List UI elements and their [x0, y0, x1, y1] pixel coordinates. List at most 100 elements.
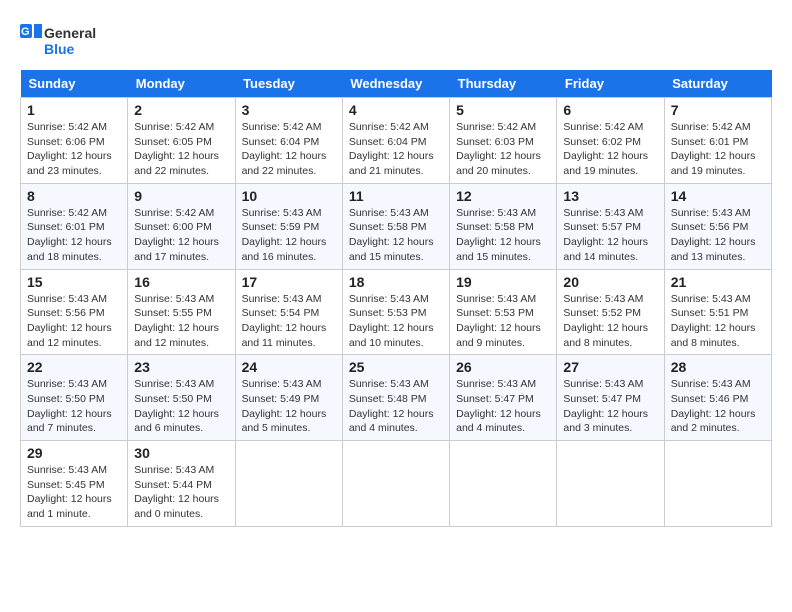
day-number: 9: [134, 188, 228, 204]
day-number: 11: [349, 188, 443, 204]
day-info: Sunrise: 5:43 AMSunset: 5:51 PMDaylight:…: [671, 292, 765, 351]
calendar-cell: 12Sunrise: 5:43 AMSunset: 5:58 PMDayligh…: [450, 183, 557, 269]
page-header: General Blue G: [20, 20, 772, 60]
calendar-cell: 6 Sunrise: 5:42 AMSunset: 6:02 PMDaylight…: [557, 98, 664, 184]
day-number: 6: [563, 102, 657, 118]
day-number: 13: [563, 188, 657, 204]
calendar-cell: 20 Sunrise: 5:43 AMSunset: 5:52 PMDayligh…: [557, 269, 664, 355]
day-info: Sunrise: 5:42 AMSunset: 6:04 PMDaylight:…: [242, 120, 336, 179]
day-info: Sunrise: 5:43 AMSunset: 5:48 PMDaylight:…: [349, 377, 443, 436]
day-info: Sunrise: 5:42 AMSunset: 6:05 PMDaylight:…: [134, 120, 228, 179]
day-number: 5: [456, 102, 550, 118]
calendar-week-row: 1Sunrise: 5:42 AMSunset: 6:06 PMDaylight…: [21, 98, 772, 184]
calendar-cell: [664, 441, 771, 527]
day-info: Sunrise: 5:43 AMSunset: 5:56 PMDaylight:…: [671, 206, 765, 265]
calendar-cell: 3 Sunrise: 5:42 AMSunset: 6:04 PMDaylight…: [235, 98, 342, 184]
header-tuesday: Tuesday: [235, 70, 342, 98]
day-info: Sunrise: 5:43 AMSunset: 5:58 PMDaylight:…: [349, 206, 443, 265]
day-info: Sunrise: 5:42 AMSunset: 6:02 PMDaylight:…: [563, 120, 657, 179]
header-friday: Friday: [557, 70, 664, 98]
day-info: Sunrise: 5:43 AMSunset: 5:50 PMDaylight:…: [134, 377, 228, 436]
calendar-cell: 14 Sunrise: 5:43 AMSunset: 5:56 PMDayligh…: [664, 183, 771, 269]
day-number: 2: [134, 102, 228, 118]
day-number: 21: [671, 274, 765, 290]
day-number: 8: [27, 188, 121, 204]
calendar-cell: 21 Sunrise: 5:43 AMSunset: 5:51 PMDayligh…: [664, 269, 771, 355]
calendar-cell: 8 Sunrise: 5:42 AMSunset: 6:01 PMDaylight…: [21, 183, 128, 269]
day-info: Sunrise: 5:43 AMSunset: 5:53 PMDaylight:…: [456, 292, 550, 351]
day-number: 26: [456, 359, 550, 375]
logo: General Blue G: [20, 20, 100, 60]
day-info: Sunrise: 5:43 AMSunset: 5:45 PMDaylight:…: [27, 463, 121, 522]
day-number: 25: [349, 359, 443, 375]
header-thursday: Thursday: [450, 70, 557, 98]
calendar-cell: 25 Sunrise: 5:43 AMSunset: 5:48 PMDayligh…: [342, 355, 449, 441]
calendar-cell: [235, 441, 342, 527]
calendar-cell: 23 Sunrise: 5:43 AMSunset: 5:50 PMDayligh…: [128, 355, 235, 441]
day-number: 30: [134, 445, 228, 461]
calendar-week-row: 15Sunrise: 5:43 AMSunset: 5:56 PMDayligh…: [21, 269, 772, 355]
calendar-cell: 17Sunrise: 5:43 AMSunset: 5:54 PMDayligh…: [235, 269, 342, 355]
calendar-cell: 27Sunrise: 5:43 AMSunset: 5:47 PMDayligh…: [557, 355, 664, 441]
svg-text:Blue: Blue: [44, 41, 75, 57]
header-saturday: Saturday: [664, 70, 771, 98]
calendar-cell: 19 Sunrise: 5:43 AMSunset: 5:53 PMDayligh…: [450, 269, 557, 355]
day-info: Sunrise: 5:43 AMSunset: 5:55 PMDaylight:…: [134, 292, 228, 351]
header-monday: Monday: [128, 70, 235, 98]
calendar-cell: 15Sunrise: 5:43 AMSunset: 5:56 PMDayligh…: [21, 269, 128, 355]
calendar-cell: 2 Sunrise: 5:42 AMSunset: 6:05 PMDaylight…: [128, 98, 235, 184]
day-info: Sunrise: 5:43 AMSunset: 5:57 PMDaylight:…: [563, 206, 657, 265]
svg-text:G: G: [21, 26, 30, 38]
day-info: Sunrise: 5:42 AMSunset: 6:01 PMDaylight:…: [27, 206, 121, 265]
calendar-cell: [342, 441, 449, 527]
day-info: Sunrise: 5:42 AMSunset: 6:04 PMDaylight:…: [349, 120, 443, 179]
day-info: Sunrise: 5:43 AMSunset: 5:49 PMDaylight:…: [242, 377, 336, 436]
day-number: 3: [242, 102, 336, 118]
day-number: 22: [27, 359, 121, 375]
calendar-cell: 22Sunrise: 5:43 AMSunset: 5:50 PMDayligh…: [21, 355, 128, 441]
calendar-cell: 1Sunrise: 5:42 AMSunset: 6:06 PMDaylight…: [21, 98, 128, 184]
calendar-cell: 9 Sunrise: 5:42 AMSunset: 6:00 PMDaylight…: [128, 183, 235, 269]
day-info: Sunrise: 5:43 AMSunset: 5:58 PMDaylight:…: [456, 206, 550, 265]
calendar-header-row: SundayMondayTuesdayWednesdayThursdayFrid…: [21, 70, 772, 98]
day-number: 23: [134, 359, 228, 375]
calendar-cell: 11 Sunrise: 5:43 AMSunset: 5:58 PMDayligh…: [342, 183, 449, 269]
day-number: 14: [671, 188, 765, 204]
logo-svg: General Blue G: [20, 20, 100, 60]
day-info: Sunrise: 5:42 AMSunset: 6:01 PMDaylight:…: [671, 120, 765, 179]
calendar-cell: 29 Sunrise: 5:43 AMSunset: 5:45 PMDayligh…: [21, 441, 128, 527]
calendar-cell: 7 Sunrise: 5:42 AMSunset: 6:01 PMDaylight…: [664, 98, 771, 184]
calendar-cell: 5Sunrise: 5:42 AMSunset: 6:03 PMDaylight…: [450, 98, 557, 184]
day-number: 16: [134, 274, 228, 290]
calendar-cell: 26 Sunrise: 5:43 AMSunset: 5:47 PMDayligh…: [450, 355, 557, 441]
header-sunday: Sunday: [21, 70, 128, 98]
calendar-cell: 28 Sunrise: 5:43 AMSunset: 5:46 PMDayligh…: [664, 355, 771, 441]
calendar-cell: 18Sunrise: 5:43 AMSunset: 5:53 PMDayligh…: [342, 269, 449, 355]
day-number: 20: [563, 274, 657, 290]
calendar-week-row: 22 Sunrise: 5:43 AMSunset: 5:50 PMDayligh…: [21, 355, 772, 441]
calendar-cell: [450, 441, 557, 527]
day-info: Sunrise: 5:43 AMSunset: 5:46 PMDaylight:…: [671, 377, 765, 436]
day-number: 15: [27, 274, 121, 290]
day-number: 24: [242, 359, 336, 375]
day-number: 29: [27, 445, 121, 461]
day-info: Sunrise: 5:43 AMSunset: 5:47 PMDaylight:…: [456, 377, 550, 436]
calendar-cell: 30Sunrise: 5:43 AMSunset: 5:44 PMDayligh…: [128, 441, 235, 527]
day-number: 17: [242, 274, 336, 290]
calendar-table: SundayMondayTuesdayWednesdayThursdayFrid…: [20, 70, 772, 527]
day-info: Sunrise: 5:42 AMSunset: 6:00 PMDaylight:…: [134, 206, 228, 265]
calendar-cell: 13 Sunrise: 5:43 AMSunset: 5:57 PMDayligh…: [557, 183, 664, 269]
day-info: Sunrise: 5:43 AMSunset: 5:59 PMDaylight:…: [242, 206, 336, 265]
day-info: Sunrise: 5:43 AMSunset: 5:47 PMDaylight:…: [563, 377, 657, 436]
day-number: 19: [456, 274, 550, 290]
calendar-cell: 10Sunrise: 5:43 AMSunset: 5:59 PMDayligh…: [235, 183, 342, 269]
calendar-cell: [557, 441, 664, 527]
day-info: Sunrise: 5:43 AMSunset: 5:52 PMDaylight:…: [563, 292, 657, 351]
day-number: 4: [349, 102, 443, 118]
calendar-week-row: 8 Sunrise: 5:42 AMSunset: 6:01 PMDaylight…: [21, 183, 772, 269]
day-info: Sunrise: 5:43 AMSunset: 5:53 PMDaylight:…: [349, 292, 443, 351]
day-number: 28: [671, 359, 765, 375]
day-info: Sunrise: 5:42 AMSunset: 6:06 PMDaylight:…: [27, 120, 121, 179]
day-number: 7: [671, 102, 765, 118]
calendar-week-row: 29 Sunrise: 5:43 AMSunset: 5:45 PMDayligh…: [21, 441, 772, 527]
